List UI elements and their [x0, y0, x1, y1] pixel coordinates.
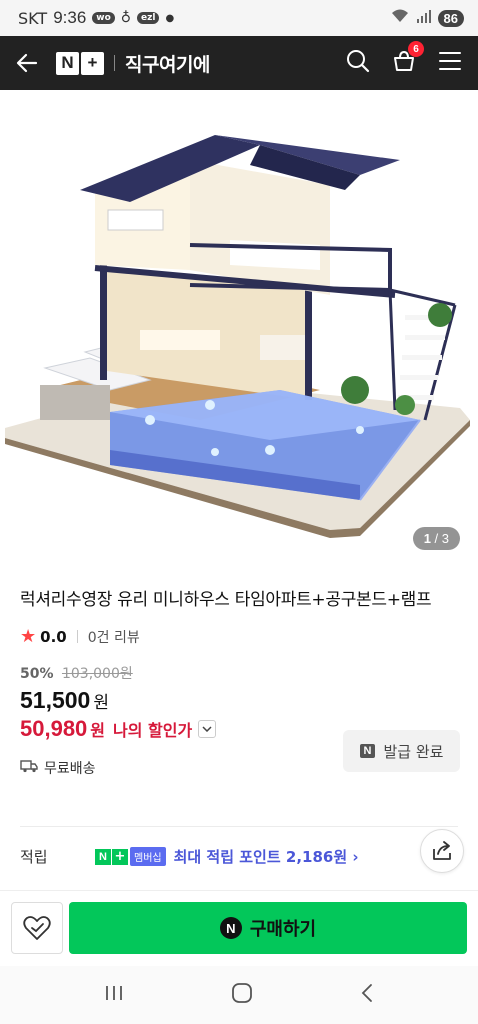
system-nav-bar	[0, 966, 478, 1024]
back-arrow-icon[interactable]	[16, 51, 40, 75]
product-name: 럭셔리수영장 유리 미니하우스 타임아파트+공구본드+램프	[20, 590, 432, 610]
carrier: SKT	[18, 8, 48, 28]
recent-apps-icon[interactable]	[104, 984, 124, 1006]
logo-n: N	[56, 51, 79, 75]
membership-n-icon: N	[95, 848, 111, 865]
battery-indicator: 86	[437, 9, 464, 27]
app-header: N + 직구여기에 6	[0, 36, 478, 90]
status-bar: SKT 9:36 wo ♁ ezl ● 86	[0, 0, 478, 36]
my-price-unit: 원	[90, 721, 106, 740]
naver-pay-icon: N	[219, 917, 242, 939]
shipping-text: 무료배송	[44, 761, 96, 777]
naver-coupon-icon: N	[359, 744, 376, 758]
notification-wo-icon: wo	[92, 12, 115, 24]
header-divider	[114, 55, 115, 71]
my-price-label: 나의 할인가	[113, 721, 193, 740]
max-points-link[interactable]: 최대 적립 포인트 2,186원 ›	[174, 846, 359, 867]
my-price: 50,980	[20, 716, 88, 741]
cart-button[interactable]: 6	[392, 41, 424, 77]
buy-button[interactable]: N 구매하기	[69, 902, 467, 954]
rating-divider	[76, 630, 78, 643]
coupon-label: 발급 완료	[383, 742, 444, 761]
points-row[interactable]: 적립 N + 멤버십 최대 적립 포인트 2,186원 ›	[20, 846, 458, 867]
discount-row: 50% 103,000원	[20, 663, 458, 683]
review-count[interactable]: 0건 리뷰	[88, 627, 140, 647]
menu-icon[interactable]	[438, 50, 462, 76]
signal-icon	[416, 9, 432, 28]
product-info: 럭셔리수영장 유리 미니하우스 타임아파트+공구본드+램프 ★ 0.0 0건 리…	[0, 586, 478, 778]
search-icon[interactable]	[346, 49, 370, 77]
image-pager: 1 / 3	[412, 527, 460, 550]
product-image-gallery[interactable]: 1 / 3	[0, 90, 478, 560]
original-price: 103,000원	[61, 666, 133, 682]
points-label: 적립	[20, 848, 48, 866]
wifi-icon	[390, 8, 410, 28]
home-icon[interactable]	[231, 982, 253, 1008]
membership-plus-icon: +	[112, 848, 128, 865]
bottom-action-bar: N 구매하기	[0, 890, 478, 966]
sale-price-row: 51,500 원	[20, 687, 458, 714]
membership-tag: 멤버십	[130, 847, 166, 866]
share-icon	[433, 841, 451, 860]
chevron-down-icon[interactable]	[198, 720, 217, 738]
section-divider	[20, 826, 458, 827]
cart-count-badge: 6	[408, 41, 424, 57]
product-image	[5, 135, 470, 538]
rating-row[interactable]: ★ 0.0 0건 리뷰	[20, 626, 458, 647]
membership-badge: N + 멤버십	[95, 847, 166, 866]
discount-percent: 50%	[20, 666, 54, 682]
sale-price: 51,500	[20, 687, 91, 713]
pager-total: 3	[441, 531, 449, 546]
logo-plus: +	[81, 51, 104, 75]
truck-icon	[20, 759, 38, 777]
pager-current: 1	[423, 531, 431, 546]
more-notifications-icon: ●	[165, 12, 175, 24]
star-icon: ★	[20, 626, 37, 647]
coupon-issued-button[interactable]: N 발급 완료	[343, 730, 460, 772]
sale-price-unit: 원	[93, 693, 109, 713]
buy-label: 구매하기	[249, 919, 317, 940]
clock: 9:36	[53, 8, 87, 27]
notification-app-icon: ♁	[120, 10, 132, 26]
wishlist-button[interactable]	[11, 902, 63, 954]
nav-back-icon[interactable]	[360, 983, 374, 1007]
share-button[interactable]	[420, 829, 464, 873]
rating-score: 0.0	[40, 627, 67, 646]
notification-ezl-icon: ezl	[137, 12, 160, 24]
nplus-logo[interactable]: N +	[56, 51, 104, 75]
heart-check-icon	[23, 916, 51, 940]
store-title[interactable]: 직구여기에	[125, 50, 210, 77]
